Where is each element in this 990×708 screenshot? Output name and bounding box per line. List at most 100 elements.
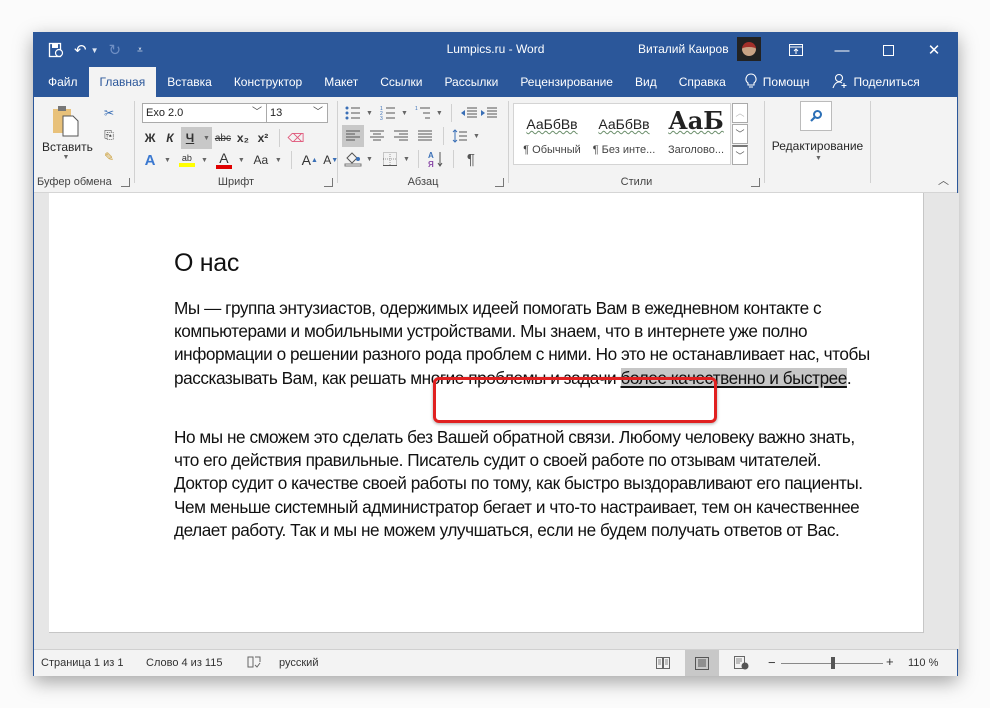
document-page[interactable]: О нас Мы — группа энтузиастов, одержимых… [49,193,924,633]
chevron-down-icon[interactable]: ﹀ [313,104,323,122]
dropdown-icon[interactable]: ▼ [401,110,408,117]
dropdown-icon[interactable]: ▼ [238,157,245,164]
tab-mailings[interactable]: Рассылки [433,67,509,97]
dropdown-icon[interactable]: ▼ [366,156,373,163]
copy-button[interactable]: ⎘ [100,125,118,145]
undo-icon[interactable]: ↶ [74,40,87,60]
editing-button[interactable] [800,101,832,131]
clear-formatting-button[interactable]: ⌫ [287,128,305,148]
clipboard-launcher-icon[interactable] [121,178,130,187]
tab-references[interactable]: Ссылки [369,67,433,97]
align-right-button[interactable] [390,126,412,146]
align-center-button[interactable] [366,126,388,146]
zoom-level[interactable]: 110 % [908,657,938,669]
customize-qat-icon[interactable]: ⩡ [137,40,143,60]
dropdown-icon[interactable]: ▼ [403,156,410,163]
superscript-button[interactable]: x² [254,128,272,148]
tab-tell-me[interactable]: Помощн [737,67,821,97]
separator [290,151,292,169]
shading-button[interactable] [344,149,362,169]
avatar[interactable] [737,37,761,61]
dropdown-icon[interactable]: ▼ [366,110,373,117]
font-name-combo[interactable]: Exo 2.0 ﹀ [142,103,267,123]
paste-dropdown-icon[interactable]: ▼ [44,154,88,161]
paragraph-2[interactable]: Но мы не сможем это сделать без Вашей об… [174,426,874,542]
justify-button[interactable] [414,126,436,146]
dropdown-icon[interactable]: ▼ [201,157,208,164]
tab-help[interactable]: Справка [668,67,737,97]
sort-button[interactable]: AЯ [427,149,445,169]
zoom-in-button[interactable]: + [886,654,894,669]
text-effects-button[interactable]: A [141,150,159,170]
zoom-out-button[interactable]: − [768,655,776,670]
paragraph-1[interactable]: Мы — группа энтузиастов, одержимых идеей… [174,297,874,390]
strikethrough-button[interactable]: abc [214,128,232,148]
justify-icon [418,130,432,141]
tab-view[interactable]: Вид [624,67,668,97]
font-color-button[interactable]: A [215,150,233,170]
highlight-button[interactable]: ab [178,150,196,170]
paste-button[interactable]: Вставить ▼ [42,103,93,169]
page-count[interactable]: Страница 1 из 1 [41,657,123,669]
line-spacing-icon [452,129,467,143]
underline-button[interactable]: Ч [181,128,199,148]
tab-home[interactable]: Главная [88,67,157,97]
read-mode-button[interactable] [646,650,680,676]
underline-dropdown-icon[interactable]: ▼ [201,135,212,142]
show-formatting-button[interactable]: ¶ [462,149,480,169]
web-layout-button[interactable] [724,650,758,676]
cut-button[interactable]: ✂ [100,103,118,123]
title-bar: ↶ ▼ ↻ ⩡ Lumpics.ru - Word Виталий Каиров… [34,33,957,67]
align-left-button[interactable] [342,125,364,147]
minimize-button[interactable]: — [819,33,865,67]
clipboard-group-label: Буфер обмена [37,176,112,188]
bullets-button[interactable] [344,103,362,123]
editing-dropdown-icon[interactable]: ▼ [767,155,870,162]
borders-button[interactable] [381,149,399,169]
user-name[interactable]: Виталий Каиров [638,42,729,56]
multilevel-list-button[interactable]: 1 [414,103,432,123]
increase-indent-button[interactable] [480,103,498,123]
format-painter-button[interactable]: ✎ [100,147,118,167]
undo-dropdown-icon[interactable]: ▼ [91,40,99,60]
editing-group[interactable]: Редактирование ▼ [765,101,870,189]
decrease-indent-button[interactable] [460,103,478,123]
tab-file[interactable]: Файл [34,67,89,97]
dropdown-icon[interactable]: ▼ [473,133,480,140]
grow-font-button[interactable]: A ▲ [301,150,319,170]
numbering-button[interactable]: 123 [379,103,397,123]
copy-icon: ⎘ [104,127,114,142]
subscript-button[interactable]: x₂ [234,128,252,148]
dropdown-icon[interactable]: ▼ [436,110,443,117]
document-heading[interactable]: О нас [174,249,239,278]
tab-design[interactable]: Конструктор [223,67,313,97]
align-right-icon [394,130,408,141]
paragraph-launcher-icon[interactable] [495,178,504,187]
dropdown-icon[interactable]: ▼ [164,157,171,164]
collapse-ribbon-icon[interactable]: ︿ [938,172,949,188]
change-case-button[interactable]: Aa [252,150,270,170]
tab-review[interactable]: Рецензирование [509,67,624,97]
tab-layout[interactable]: Макет [313,67,369,97]
maximize-button[interactable] [865,33,911,67]
print-layout-button[interactable] [685,650,719,676]
redo-icon[interactable]: ↻ [109,40,122,60]
proofing-icon[interactable] [247,655,261,672]
tab-share[interactable]: Поделиться [821,67,931,97]
word-count[interactable]: Слово 4 из 115 [146,657,222,669]
bold-button[interactable]: Ж [141,128,159,148]
language-indicator[interactable]: русский [279,657,318,669]
close-button[interactable]: ✕ [911,33,957,67]
selected-text[interactable]: более качественно и быстрее [620,367,847,388]
italic-button[interactable]: К [161,128,179,148]
tab-insert[interactable]: Вставка [156,67,223,97]
save-autosave-icon[interactable] [48,40,64,60]
font-launcher-icon[interactable] [324,178,333,187]
zoom-slider-thumb[interactable] [831,657,836,669]
font-size-combo[interactable]: 13 ﹀ [266,103,328,123]
styles-launcher-icon[interactable] [751,178,760,187]
ribbon-display-options-button[interactable] [773,33,819,67]
line-spacing-button[interactable] [451,126,469,146]
chevron-down-icon[interactable]: ﹀ [252,104,262,122]
dropdown-icon[interactable]: ▼ [275,157,282,164]
